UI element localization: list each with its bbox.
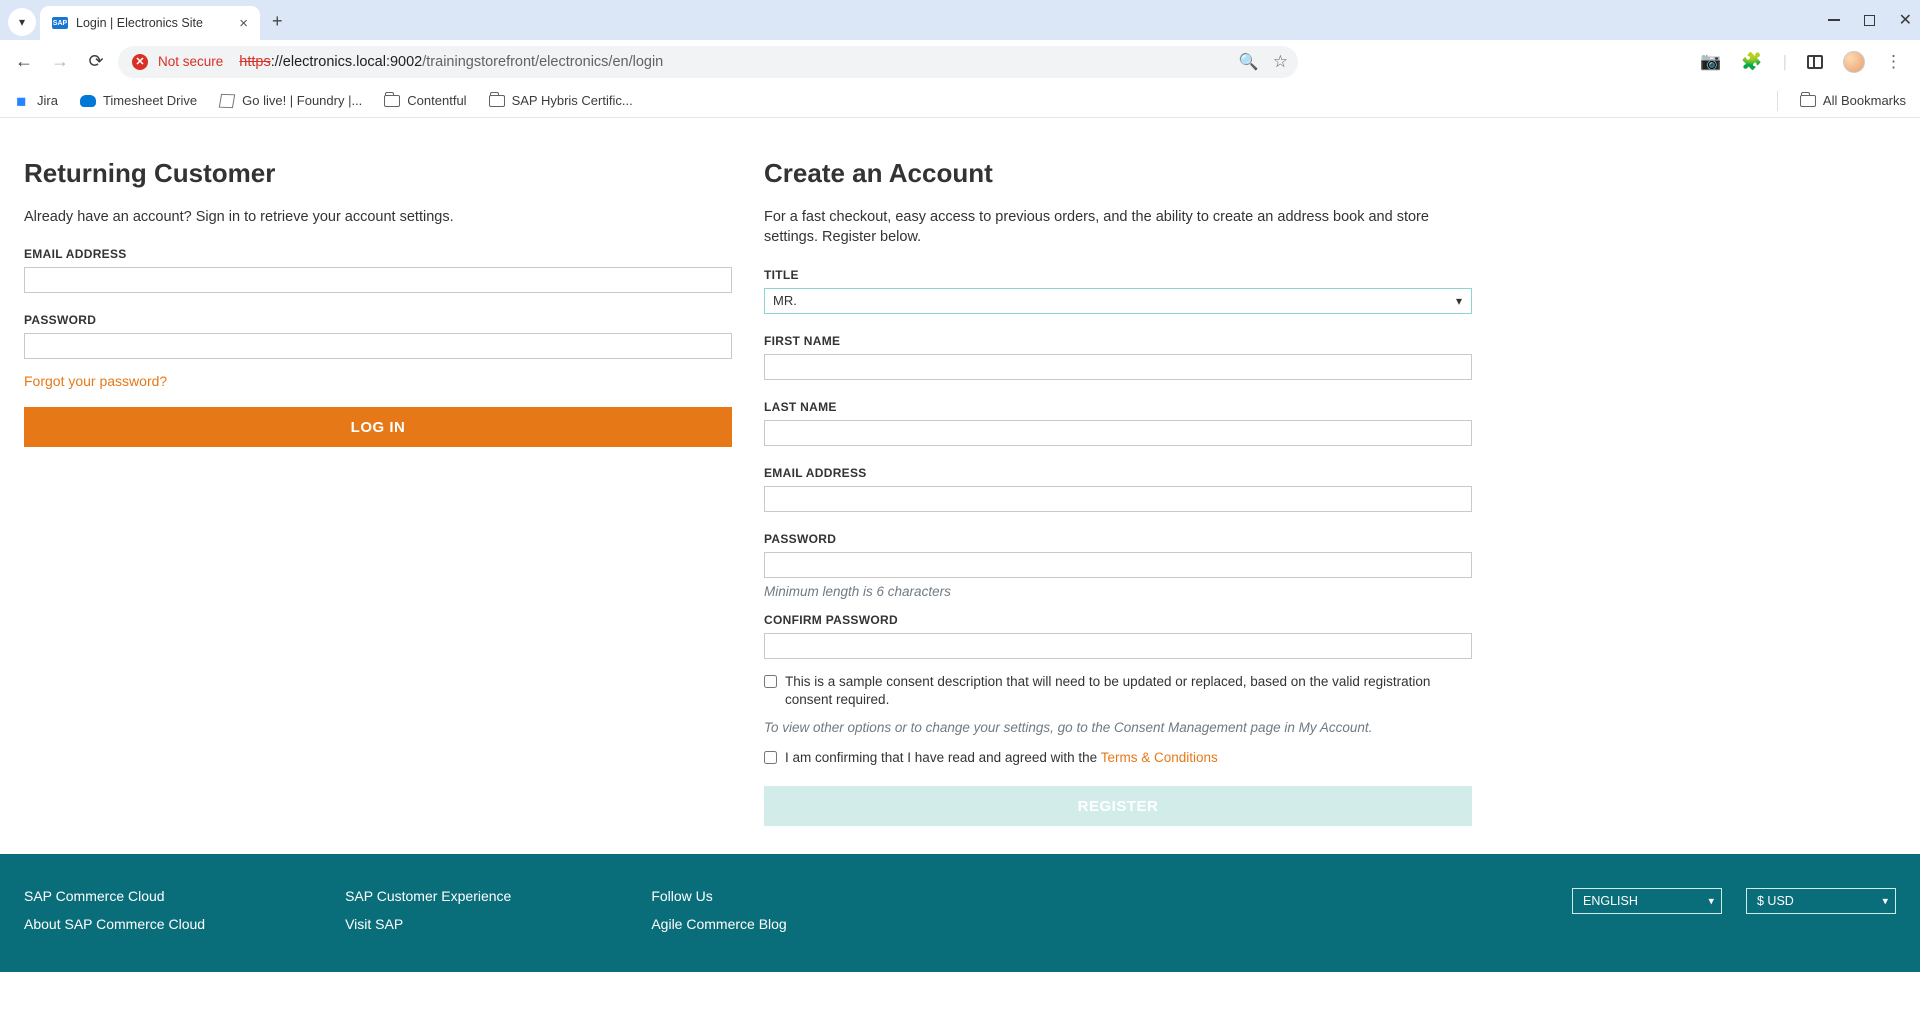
tab-title: Login | Electronics Site (76, 16, 203, 30)
profile-avatar-icon[interactable] (1843, 51, 1865, 73)
title-select[interactable]: MR. (764, 288, 1472, 314)
new-tab-button[interactable]: + (272, 11, 283, 32)
onedrive-icon (80, 93, 96, 109)
camera-icon[interactable]: 📷 (1700, 52, 1721, 72)
footer-col-3: Follow Us Agile Commerce Blog (651, 888, 786, 932)
url-text: https://electronics.local:9002/trainings… (239, 54, 663, 70)
login-section: Returning Customer Already have an accou… (24, 158, 732, 826)
consent-checkbox[interactable] (764, 675, 777, 688)
page-content: Returning Customer Already have an accou… (0, 118, 1496, 826)
login-email-label: EMAIL ADDRESS (24, 247, 732, 261)
register-email-input[interactable] (764, 486, 1472, 512)
title-label: TITLE (764, 268, 1472, 282)
footer-link[interactable]: SAP Customer Experience (345, 888, 511, 904)
confirm-password-label: CONFIRM PASSWORD (764, 613, 1472, 627)
terms-checkbox[interactable] (764, 751, 777, 764)
bookmark-timesheet[interactable]: Timesheet Drive (80, 93, 197, 109)
bookmark-label: All Bookmarks (1823, 93, 1906, 108)
jira-icon: ◆ (11, 89, 34, 112)
nav-reload-icon[interactable]: ⟳ (82, 51, 110, 72)
side-panel-icon[interactable] (1807, 55, 1823, 69)
footer-link[interactable]: Follow Us (651, 888, 786, 904)
footer-col-1: SAP Commerce Cloud About SAP Commerce Cl… (24, 888, 205, 932)
bookmark-golive[interactable]: Go live! | Foundry |... (219, 93, 362, 109)
last-name-label: LAST NAME (764, 400, 1472, 414)
extensions-icon[interactable]: 🧩 (1741, 52, 1762, 72)
window-controls: ✕ (1828, 0, 1912, 40)
chrome-menu-icon[interactable]: ⋮ (1885, 52, 1902, 72)
register-section: Create an Account For a fast checkout, e… (764, 158, 1472, 826)
consent-row[interactable]: This is a sample consent description tha… (764, 673, 1472, 711)
register-email-label: EMAIL ADDRESS (764, 466, 1472, 480)
url-protocol: https (239, 54, 270, 70)
footer-link[interactable]: Visit SAP (345, 916, 511, 932)
footer-link[interactable]: Agile Commerce Blog (651, 916, 786, 932)
confirm-password-input[interactable] (764, 633, 1472, 659)
browser-toolbar: ← → ⟳ ✕ Not secure https://electronics.l… (0, 40, 1920, 84)
consent-text: This is a sample consent description tha… (785, 673, 1472, 711)
bookmarks-divider (1777, 91, 1778, 111)
cube-icon (219, 93, 235, 109)
bookmark-label: Go live! | Foundry |... (242, 93, 362, 108)
login-email-input[interactable] (24, 267, 732, 293)
terms-prefix: I am confirming that I have read and agr… (785, 750, 1101, 765)
browser-tab[interactable]: SAP Login | Electronics Site × (40, 6, 260, 40)
tab-close-icon[interactable]: × (239, 15, 248, 32)
nav-back-icon[interactable]: ← (10, 51, 38, 72)
login-password-label: PASSWORD (24, 313, 732, 327)
first-name-input[interactable] (764, 354, 1472, 380)
bookmark-hybris[interactable]: SAP Hybris Certific... (489, 93, 633, 109)
bookmarks-bar: ◆Jira Timesheet Drive Go live! | Foundry… (0, 84, 1920, 118)
bookmark-label: Jira (37, 93, 58, 108)
login-desc: Already have an account? Sign in to retr… (24, 207, 732, 227)
forgot-password-link[interactable]: Forgot your password? (24, 373, 167, 389)
not-secure-label: Not secure (158, 54, 223, 69)
login-password-input[interactable] (24, 333, 732, 359)
window-close-icon[interactable]: ✕ (1899, 10, 1912, 30)
terms-text: I am confirming that I have read and agr… (785, 749, 1218, 768)
register-password-label: PASSWORD (764, 532, 1472, 546)
tab-favicon-icon: SAP (52, 17, 68, 29)
login-button[interactable]: LOG IN (24, 407, 732, 447)
bookmark-all[interactable]: All Bookmarks (1800, 93, 1906, 109)
address-bar[interactable]: ✕ Not secure https://electronics.local:9… (118, 46, 1298, 78)
bookmark-label: Contentful (407, 93, 466, 108)
folder-icon (1800, 93, 1816, 109)
tab-search-dropdown[interactable]: ▾ (8, 8, 36, 36)
language-select[interactable]: ENGLISH (1572, 888, 1722, 914)
url-host: ://electronics.local:9002 (271, 54, 423, 70)
currency-select[interactable]: $ USD (1746, 888, 1896, 914)
titlebar: ▾ SAP Login | Electronics Site × + ✕ (0, 0, 1920, 40)
register-button[interactable]: REGISTER (764, 786, 1472, 826)
site-footer: SAP Commerce Cloud About SAP Commerce Cl… (0, 854, 1920, 972)
terms-link[interactable]: Terms & Conditions (1101, 750, 1218, 765)
not-secure-icon: ✕ (132, 54, 148, 70)
bookmark-star-icon[interactable]: ☆ (1273, 52, 1288, 72)
bookmark-label: SAP Hybris Certific... (512, 93, 633, 108)
footer-link[interactable]: SAP Commerce Cloud (24, 888, 205, 904)
bookmark-jira[interactable]: ◆Jira (14, 93, 58, 109)
folder-icon (489, 93, 505, 109)
register-heading: Create an Account (764, 158, 1472, 189)
browser-chrome: ▾ SAP Login | Electronics Site × + ✕ ← →… (0, 0, 1920, 118)
bookmark-label: Timesheet Drive (103, 93, 197, 108)
window-maximize-icon[interactable] (1864, 15, 1875, 26)
last-name-input[interactable] (764, 420, 1472, 446)
zoom-icon[interactable]: 🔍 (1239, 52, 1259, 72)
nav-forward-icon[interactable]: → (46, 51, 74, 72)
url-path: /trainingstorefront/electronics/en/login (422, 54, 663, 70)
page-viewport[interactable]: Returning Customer Already have an accou… (0, 118, 1920, 1030)
login-heading: Returning Customer (24, 158, 732, 189)
bookmark-contentful[interactable]: Contentful (384, 93, 466, 109)
password-hint: Minimum length is 6 characters (764, 584, 1472, 599)
consent-note: To view other options or to change your … (764, 720, 1472, 735)
terms-row[interactable]: I am confirming that I have read and agr… (764, 749, 1472, 768)
first-name-label: FIRST NAME (764, 334, 1472, 348)
footer-col-2: SAP Customer Experience Visit SAP (345, 888, 511, 932)
footer-link[interactable]: About SAP Commerce Cloud (24, 916, 205, 932)
window-minimize-icon[interactable] (1828, 19, 1840, 21)
register-password-input[interactable] (764, 552, 1472, 578)
register-desc: For a fast checkout, easy access to prev… (764, 207, 1472, 248)
folder-icon (384, 93, 400, 109)
